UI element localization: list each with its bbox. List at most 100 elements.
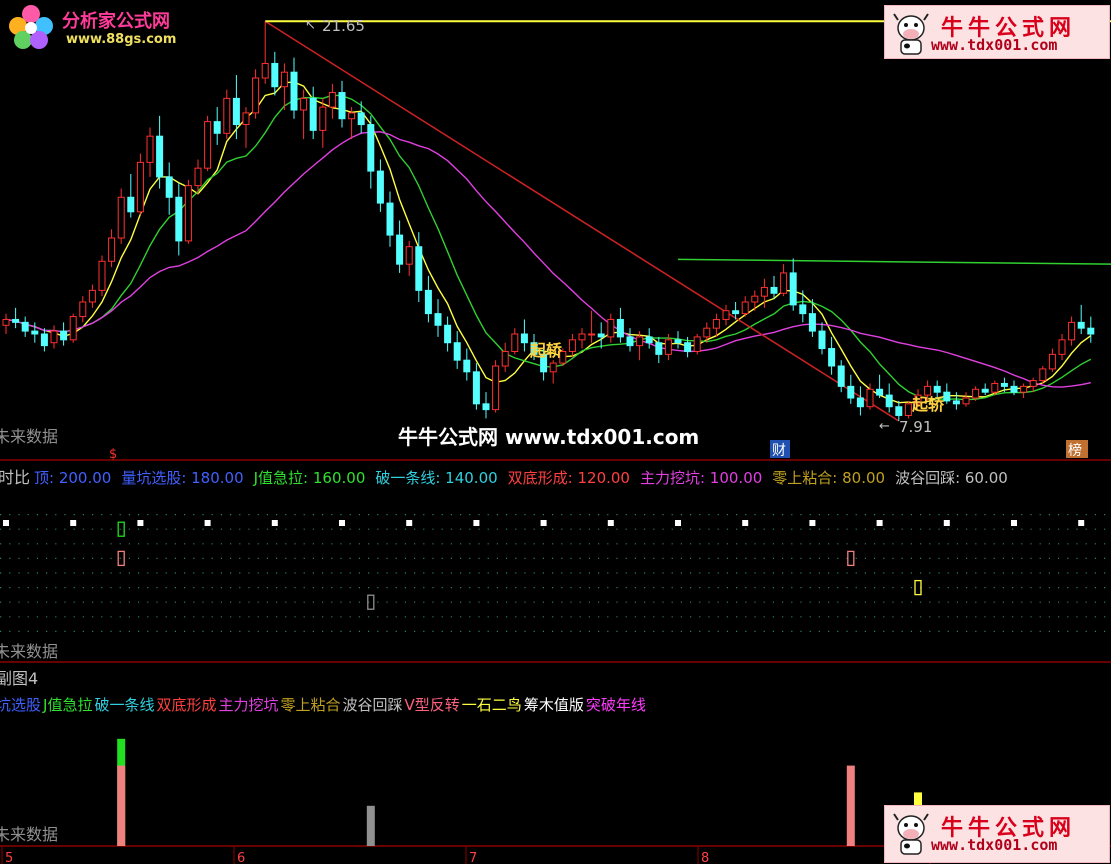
legend-item: 破一条线: 140.00: [375, 469, 497, 487]
candle-body: [856, 397, 864, 408]
candle: [60, 322, 68, 346]
candle-body: [962, 397, 970, 405]
candle: [770, 275, 778, 300]
candle-body: [636, 336, 644, 347]
candle-body: [664, 339, 672, 355]
candle: [328, 83, 336, 119]
candle: [165, 162, 173, 215]
candle: [626, 328, 634, 352]
legend-item: 突破年线: [586, 696, 646, 714]
candle: [492, 360, 500, 413]
candle: [1068, 316, 1076, 346]
brand-watermark-bottom: 牛牛公式网 www.tdx001.com: [884, 805, 1110, 863]
candle-body: [751, 295, 759, 303]
candle: [981, 383, 989, 396]
brand-url-top: www.tdx001.com: [931, 36, 1058, 54]
candle-body: [367, 124, 375, 172]
signal-bar: [366, 805, 375, 846]
site-logo-88gs: 分析家公式网 www.88gs.com: [6, 4, 206, 54]
qijiao-label-2: 起轿: [911, 395, 945, 414]
candle-body: [549, 362, 557, 373]
trend-line: [264, 20, 900, 422]
candle-body: [876, 388, 884, 396]
candle-body: [165, 176, 173, 198]
candle-body: [492, 365, 500, 411]
candle: [184, 179, 192, 244]
candle: [280, 63, 288, 110]
candle-body: [655, 342, 663, 355]
candle-body: [511, 333, 519, 352]
candle: [962, 392, 970, 407]
candle-body: [684, 342, 692, 352]
candle: [952, 392, 960, 410]
candle-body: [415, 246, 423, 291]
candle-body: [328, 92, 336, 108]
candle-body: [252, 77, 260, 114]
candle: [405, 240, 413, 276]
candle-body: [261, 62, 269, 79]
candle-body: [204, 121, 212, 169]
candle: [578, 328, 586, 349]
candle-body: [981, 388, 989, 393]
candle: [69, 313, 77, 343]
candle: [223, 89, 231, 140]
legend-item: J值急拉: 160.00: [253, 469, 366, 487]
candle: [108, 229, 116, 268]
candle-body: [895, 406, 903, 416]
cow-mascot-icon: [893, 813, 929, 855]
candle: [117, 188, 125, 244]
candle: [703, 322, 711, 343]
candle: [156, 115, 164, 189]
candle: [645, 328, 653, 349]
top-level-marker: [3, 520, 9, 526]
candle: [741, 296, 749, 317]
candle-body: [271, 62, 279, 88]
candle: [501, 342, 509, 372]
candle-body: [703, 327, 711, 338]
candle-body: [21, 321, 29, 332]
candle-body: [156, 135, 164, 178]
top-level-marker: [540, 520, 547, 526]
candle-body: [924, 385, 932, 396]
candle: [357, 101, 365, 134]
logo-88gs-name: 分析家公式网: [62, 11, 170, 32]
candle-body: [991, 382, 999, 393]
candle: [386, 191, 394, 247]
main-future-data-label: 未来数据: [0, 427, 58, 446]
candle-body: [1058, 339, 1066, 355]
candle-body: [520, 333, 528, 344]
candle-body: [837, 365, 845, 387]
candle: [88, 284, 96, 308]
candle-body: [741, 301, 749, 315]
candle: [232, 75, 240, 140]
signal-marker: [117, 550, 125, 567]
legend-item: V型反转: [405, 696, 460, 714]
brand-watermark-top: 牛牛公式网 www.tdx001.com: [884, 5, 1110, 59]
candle-body: [847, 385, 855, 399]
candle-body: [1010, 385, 1018, 393]
candle-body: [88, 289, 96, 303]
legend-item: 波谷回踩: [343, 696, 403, 714]
candle-body: [482, 403, 490, 411]
panel2-future-data-label: 未来数据: [0, 642, 58, 661]
candle: [789, 258, 797, 311]
legend-item: 顶: 200.00: [34, 469, 111, 487]
candle-body: [98, 260, 106, 291]
candle-body: [319, 106, 327, 131]
candle: [818, 322, 826, 355]
candle: [588, 310, 596, 343]
candle-body: [722, 310, 730, 320]
top-level-marker: [809, 520, 816, 526]
panel3-legend: 坑选股 J值急拉 破一条线 双底形成 主力挖坑 零上粘合 波谷回踩 V型反转 一石二鸟 筹木值版突…: [0, 696, 646, 714]
top-level-marker: [1011, 520, 1017, 526]
candle-body: [799, 304, 807, 315]
center-watermark: 牛牛公式网 www.tdx001.com: [398, 425, 700, 449]
candle: [520, 319, 528, 352]
candle-body: [732, 310, 740, 315]
candle: [396, 220, 404, 273]
candle: [1058, 334, 1066, 361]
price-low-label: 7.91: [899, 418, 932, 436]
legend-item: 零上粘合: [281, 696, 341, 714]
candle-body: [597, 333, 605, 338]
legend-item: 零上粘合: 80.00: [772, 469, 885, 487]
